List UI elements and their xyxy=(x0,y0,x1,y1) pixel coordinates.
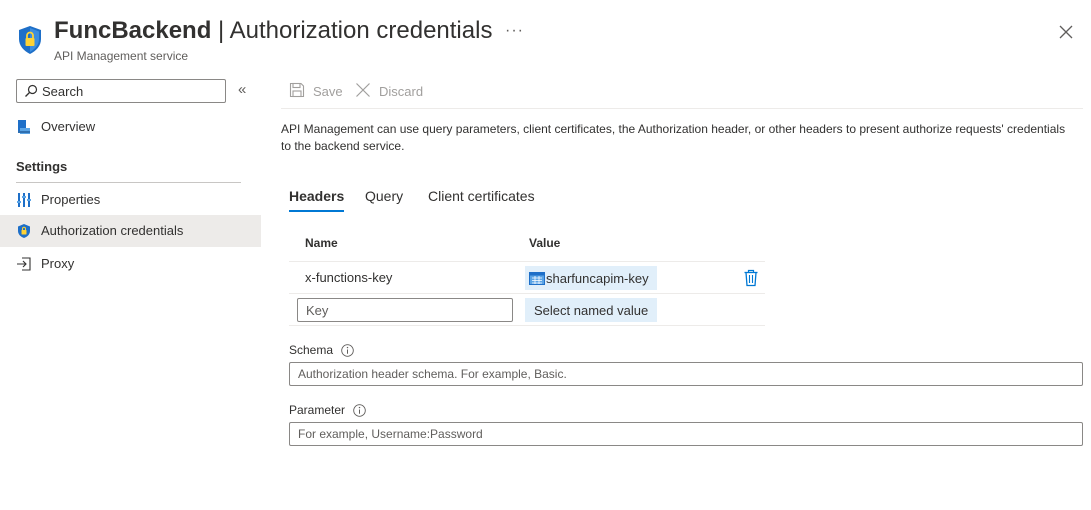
tab-headers[interactable]: Headers xyxy=(289,188,345,212)
resource-menu: Search « Overview Settings Properties Au… xyxy=(0,70,261,510)
proxy-icon xyxy=(17,257,31,271)
api-management-shield-icon xyxy=(19,26,41,54)
schema-field-label: Schema xyxy=(289,343,354,357)
row-divider xyxy=(289,293,765,294)
save-button[interactable]: Save xyxy=(289,80,349,102)
delete-icon[interactable] xyxy=(743,269,759,287)
header-name-cell: x-functions-key xyxy=(305,270,393,285)
sidebar-item-proxy[interactable]: Proxy xyxy=(0,248,261,280)
parameter-label: Parameter xyxy=(289,403,346,417)
save-label: Save xyxy=(313,84,343,99)
new-header-key-input[interactable] xyxy=(297,298,513,322)
properties-icon xyxy=(17,193,31,207)
sidebar-item-authorization-credentials[interactable]: Authorization credentials xyxy=(0,215,261,247)
sidebar-item-label: Authorization credentials xyxy=(41,223,184,238)
named-value-label: sharfuncapim-key xyxy=(546,270,649,286)
select-named-value-button[interactable]: Select named value xyxy=(525,298,658,322)
tab-query[interactable]: Query xyxy=(365,188,403,204)
schema-label: Schema xyxy=(289,343,334,357)
sidebar-item-label: Overview xyxy=(41,119,96,134)
close-icon[interactable] xyxy=(1058,24,1074,40)
page-description: API Management can use query parameters,… xyxy=(281,122,1066,153)
parameter-input[interactable] xyxy=(289,422,1083,446)
search-placeholder: Search xyxy=(42,84,84,99)
column-header-name: Name xyxy=(305,236,338,250)
info-icon[interactable] xyxy=(341,343,354,357)
info-icon[interactable] xyxy=(353,403,366,417)
blade-header: FuncBackend | Authorization credentials … xyxy=(0,0,1091,70)
save-icon xyxy=(289,82,305,98)
schema-input[interactable] xyxy=(289,362,1083,386)
discard-label: Discard xyxy=(379,84,424,99)
discard-button[interactable]: Discard xyxy=(355,80,435,102)
section-divider xyxy=(16,182,241,183)
parameter-field-label: Parameter xyxy=(289,403,366,417)
sidebar-item-properties[interactable]: Properties xyxy=(0,184,261,216)
settings-section-heading: Settings xyxy=(16,159,68,174)
resource-type-subtitle: API Management service xyxy=(54,49,189,63)
resource-name: FuncBackend xyxy=(54,17,212,44)
named-value-icon xyxy=(529,271,545,285)
page-title: FuncBackend | Authorization credentials xyxy=(54,17,492,45)
row-divider xyxy=(289,325,765,326)
blade-title: Authorization credentials xyxy=(229,17,493,44)
discard-icon xyxy=(356,83,370,97)
toolbar-divider xyxy=(281,108,1083,109)
collapse-menu-button[interactable]: « xyxy=(238,81,246,98)
named-value-chip[interactable]: sharfuncapim-key xyxy=(525,266,657,290)
overview-icon xyxy=(18,120,30,134)
search-icon xyxy=(25,84,38,97)
sidebar-item-label: Properties xyxy=(41,192,101,207)
menu-search-box[interactable]: Search xyxy=(16,79,226,103)
title-separator: | xyxy=(211,17,230,44)
tab-client-certificates[interactable]: Client certificates xyxy=(428,188,535,204)
more-options-button[interactable]: ··· xyxy=(505,22,524,40)
row-divider xyxy=(289,261,765,262)
column-header-value: Value xyxy=(529,236,561,250)
sidebar-item-label: Proxy xyxy=(41,256,75,271)
sidebar-item-overview[interactable]: Overview xyxy=(0,111,261,143)
shield-icon xyxy=(18,224,30,238)
